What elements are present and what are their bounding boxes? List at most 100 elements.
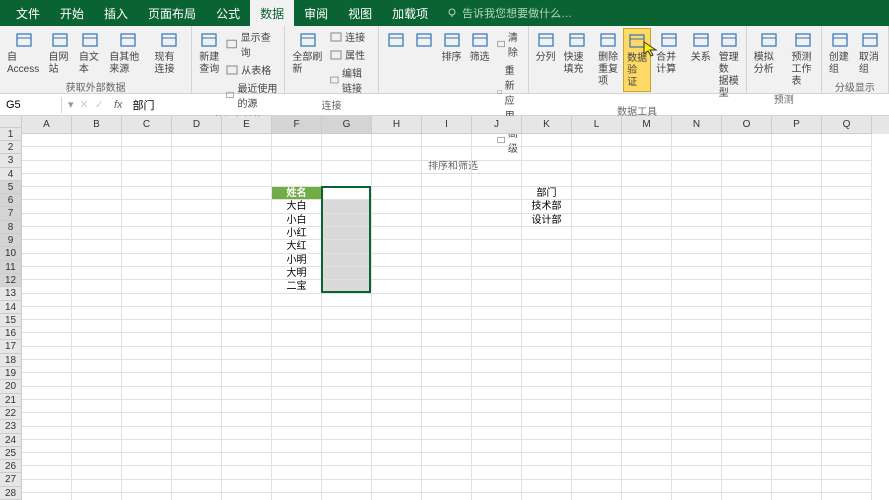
cell-N20[interactable] <box>672 387 722 400</box>
cell-O12[interactable] <box>722 280 772 293</box>
cell-A25[interactable] <box>22 453 72 466</box>
cell-D7[interactable] <box>172 214 222 227</box>
cell-A9[interactable] <box>22 240 72 253</box>
cell-Q2[interactable] <box>822 147 872 160</box>
cell-I4[interactable] <box>422 174 472 187</box>
cell-I24[interactable] <box>422 440 472 453</box>
row-header-18[interactable]: 18 <box>0 354 22 367</box>
cell-F28[interactable] <box>272 493 322 500</box>
cell-O24[interactable] <box>722 440 772 453</box>
cell-M26[interactable] <box>622 466 672 479</box>
cell-B7[interactable] <box>72 214 122 227</box>
cell-D5[interactable] <box>172 187 222 200</box>
cell-O3[interactable] <box>722 161 772 174</box>
cell-C19[interactable] <box>122 373 172 386</box>
row-header-2[interactable]: 2 <box>0 141 22 154</box>
cell-B2[interactable] <box>72 147 122 160</box>
cell-I26[interactable] <box>422 466 472 479</box>
cell-D26[interactable] <box>172 466 222 479</box>
menu-tab-开始[interactable]: 开始 <box>50 0 94 27</box>
sort-za-button[interactable] <box>411 28 437 54</box>
cell-P14[interactable] <box>772 307 822 320</box>
cell-D6[interactable] <box>172 200 222 213</box>
col-header-H[interactable]: H <box>372 116 422 134</box>
cell-B26[interactable] <box>72 466 122 479</box>
cell-P27[interactable] <box>772 480 822 493</box>
cell-I15[interactable] <box>422 320 472 333</box>
cell-P12[interactable] <box>772 280 822 293</box>
cell-B28[interactable] <box>72 493 122 500</box>
cell-D28[interactable] <box>172 493 222 500</box>
cell-I22[interactable] <box>422 413 472 426</box>
col-header-M[interactable]: M <box>622 116 672 134</box>
cell-L1[interactable] <box>572 134 622 147</box>
select-all-corner[interactable] <box>0 116 22 128</box>
cell-K6[interactable]: 技术部 <box>522 200 572 213</box>
cell-D10[interactable] <box>172 254 222 267</box>
cell-H9[interactable] <box>372 240 422 253</box>
cell-I23[interactable] <box>422 427 472 440</box>
cell-P17[interactable] <box>772 347 822 360</box>
row-header-6[interactable]: 6 <box>0 194 22 207</box>
cell-G21[interactable] <box>322 400 372 413</box>
cell-Q18[interactable] <box>822 360 872 373</box>
cell-A12[interactable] <box>22 280 72 293</box>
menu-tab-加载项[interactable]: 加载项 <box>382 0 438 27</box>
cell-F3[interactable] <box>272 161 322 174</box>
cell-E25[interactable] <box>222 453 272 466</box>
cell-A14[interactable] <box>22 307 72 320</box>
cell-J14[interactable] <box>472 307 522 320</box>
cell-P3[interactable] <box>772 161 822 174</box>
from-other-button[interactable]: 自其他来源 <box>106 28 149 78</box>
cell-E19[interactable] <box>222 373 272 386</box>
cell-J18[interactable] <box>472 360 522 373</box>
cell-Q17[interactable] <box>822 347 872 360</box>
cell-M15[interactable] <box>622 320 672 333</box>
cell-Q21[interactable] <box>822 400 872 413</box>
cell-K20[interactable] <box>522 387 572 400</box>
cell-D14[interactable] <box>172 307 222 320</box>
cell-B5[interactable] <box>72 187 122 200</box>
cell-B8[interactable] <box>72 227 122 240</box>
cell-L16[interactable] <box>572 333 622 346</box>
cell-F18[interactable] <box>272 360 322 373</box>
data-valid-button[interactable]: 数据验证 <box>623 28 651 92</box>
cell-J25[interactable] <box>472 453 522 466</box>
cell-J11[interactable] <box>472 267 522 280</box>
cell-C9[interactable] <box>122 240 172 253</box>
cell-D2[interactable] <box>172 147 222 160</box>
cell-C8[interactable] <box>122 227 172 240</box>
cell-O27[interactable] <box>722 480 772 493</box>
cell-M3[interactable] <box>622 161 672 174</box>
cell-O10[interactable] <box>722 254 772 267</box>
cell-J15[interactable] <box>472 320 522 333</box>
cell-H19[interactable] <box>372 373 422 386</box>
cell-F12[interactable]: 二宝 <box>272 280 322 293</box>
cell-L28[interactable] <box>572 493 622 500</box>
cell-F7[interactable]: 小白 <box>272 214 322 227</box>
cell-N23[interactable] <box>672 427 722 440</box>
cell-B4[interactable] <box>72 174 122 187</box>
cell-L3[interactable] <box>572 161 622 174</box>
cell-I17[interactable] <box>422 347 472 360</box>
cell-F23[interactable] <box>272 427 322 440</box>
cell-N26[interactable] <box>672 466 722 479</box>
cell-A19[interactable] <box>22 373 72 386</box>
cell-K22[interactable] <box>522 413 572 426</box>
cell-N9[interactable] <box>672 240 722 253</box>
cell-E11[interactable] <box>222 267 272 280</box>
cell-M13[interactable] <box>622 294 672 307</box>
menu-tab-视图[interactable]: 视图 <box>338 0 382 27</box>
cell-G2[interactable] <box>322 147 372 160</box>
cell-P28[interactable] <box>772 493 822 500</box>
text-to-col-button[interactable]: 分列 <box>533 28 559 66</box>
cell-N12[interactable] <box>672 280 722 293</box>
cell-C22[interactable] <box>122 413 172 426</box>
cell-L23[interactable] <box>572 427 622 440</box>
cell-E13[interactable] <box>222 294 272 307</box>
cell-P15[interactable] <box>772 320 822 333</box>
cell-A22[interactable] <box>22 413 72 426</box>
cell-A16[interactable] <box>22 333 72 346</box>
cell-Q15[interactable] <box>822 320 872 333</box>
existing-conn-button[interactable]: 现有连接 <box>151 28 187 78</box>
